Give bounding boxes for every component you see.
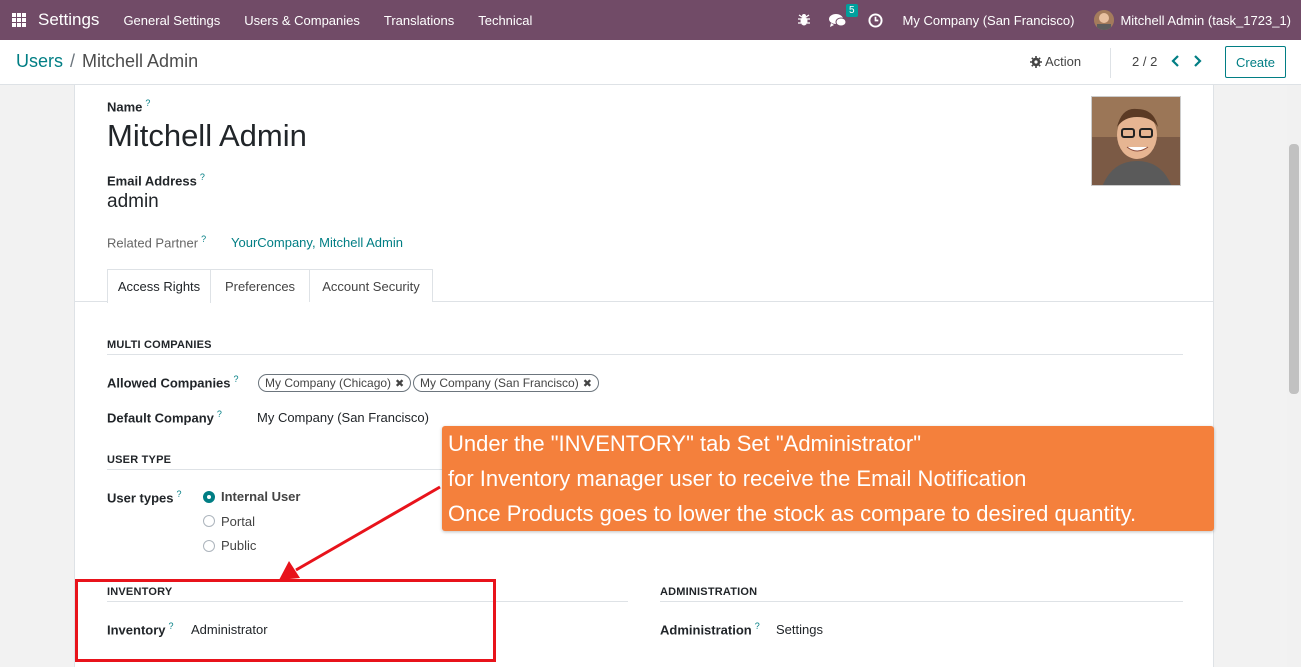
- breadcrumb: Users / Mitchell Admin: [16, 51, 198, 72]
- gear-icon: [1030, 55, 1042, 68]
- administration-title: ADMINISTRATION: [660, 586, 758, 598]
- allowed-company-tag: My Company (Chicago) ✖: [258, 374, 412, 392]
- user-menu[interactable]: Mitchell Admin (task_1723_1): [1094, 10, 1291, 30]
- administration-label: Administration?: [660, 621, 760, 638]
- chevron-left-icon[interactable]: [1170, 53, 1182, 69]
- remove-tag-icon[interactable]: ✖: [395, 377, 404, 390]
- chat-count-badge: 5: [845, 4, 858, 17]
- action-button[interactable]: Action: [1030, 54, 1081, 69]
- control-panel: Users / Mitchell Admin Action 2 / 2 Crea…: [0, 40, 1301, 85]
- multi-companies-rule: [107, 354, 1183, 355]
- radio-label[interactable]: Internal User: [221, 489, 300, 504]
- chat-messages-icon[interactable]: 5: [828, 4, 858, 29]
- radio-portal[interactable]: [203, 515, 215, 527]
- administration-field[interactable]: Settings: [776, 622, 823, 637]
- name-label: Name?: [107, 98, 151, 115]
- default-company-label: Default Company?: [107, 409, 222, 426]
- control-divider: [1110, 48, 1111, 78]
- tag-label: My Company (Chicago): [265, 376, 392, 390]
- callout-line: Under the "INVENTORY" tab Set "Administr…: [448, 431, 922, 456]
- help-mark: ?: [199, 172, 205, 182]
- tag-label: My Company (San Francisco): [420, 376, 579, 390]
- breadcrumb-current: Mitchell Admin: [82, 51, 199, 71]
- tab-account-security[interactable]: Account Security: [310, 269, 433, 302]
- debug-bug-icon[interactable]: [795, 11, 813, 29]
- related-partner-link[interactable]: YourCompany, Mitchell Admin: [231, 235, 403, 250]
- related-partner-label: Related Partner?: [107, 234, 207, 251]
- inventory-highlight-box: [75, 579, 496, 662]
- tab-preferences[interactable]: Preferences: [211, 269, 310, 302]
- menu-translations[interactable]: Translations: [372, 13, 466, 28]
- apps-grid-icon[interactable]: [12, 13, 26, 27]
- remove-tag-icon[interactable]: ✖: [583, 377, 592, 390]
- annotation-callout: Under the "INVENTORY" tab Set "Administr…: [442, 426, 1214, 531]
- user-name: Mitchell Admin (task_1723_1): [1120, 12, 1291, 28]
- top-navbar: Settings General Settings Users & Compan…: [0, 0, 1301, 40]
- pager-value[interactable]: 2 / 2: [1132, 54, 1157, 69]
- default-company-field[interactable]: My Company (San Francisco): [257, 410, 429, 425]
- menu-users-companies[interactable]: Users & Companies: [232, 13, 372, 28]
- tab-access-rights[interactable]: Access Rights: [107, 269, 211, 303]
- radio-label[interactable]: Public: [221, 538, 256, 553]
- help-mark: ?: [145, 98, 151, 108]
- help-mark: ?: [216, 409, 222, 419]
- multi-companies-title: MULTI COMPANIES: [107, 339, 212, 351]
- name-field[interactable]: Mitchell Admin: [107, 118, 307, 154]
- email-label: Email Address?: [107, 172, 205, 189]
- allowed-company-tag: My Company (San Francisco) ✖: [413, 374, 599, 392]
- user-type-title: USER TYPE: [107, 454, 172, 466]
- chevron-right-icon[interactable]: [1191, 53, 1203, 69]
- radio-label[interactable]: Portal: [221, 514, 255, 529]
- callout-line: Once Products goes to lower the stock as…: [448, 501, 1137, 526]
- help-mark: ?: [176, 489, 182, 499]
- company-switcher[interactable]: My Company (San Francisco): [903, 13, 1075, 28]
- breadcrumb-separator: /: [70, 51, 76, 71]
- administration-rule: [660, 601, 1183, 602]
- app-brand[interactable]: Settings: [38, 10, 99, 30]
- email-field[interactable]: admin: [107, 191, 159, 213]
- menu-general-settings[interactable]: General Settings: [111, 13, 232, 28]
- help-mark: ?: [754, 621, 760, 631]
- create-button[interactable]: Create: [1225, 46, 1286, 78]
- help-mark: ?: [233, 374, 239, 384]
- scrollbar-thumb[interactable]: [1289, 144, 1299, 394]
- menu-technical[interactable]: Technical: [466, 13, 544, 28]
- radio-internal-user[interactable]: [203, 491, 215, 503]
- activity-clock-icon[interactable]: [867, 11, 885, 29]
- user-avatar: [1094, 10, 1115, 30]
- callout-line: for Inventory manager user to receive th…: [448, 466, 1027, 491]
- breadcrumb-users-link[interactable]: Users: [16, 51, 63, 72]
- user-types-label: User types?: [107, 489, 182, 506]
- action-label: Action: [1045, 54, 1082, 69]
- user-photo[interactable]: [1091, 96, 1181, 186]
- allowed-companies-label: Allowed Companies?: [107, 374, 239, 391]
- radio-public[interactable]: [203, 540, 215, 552]
- help-mark: ?: [201, 234, 207, 244]
